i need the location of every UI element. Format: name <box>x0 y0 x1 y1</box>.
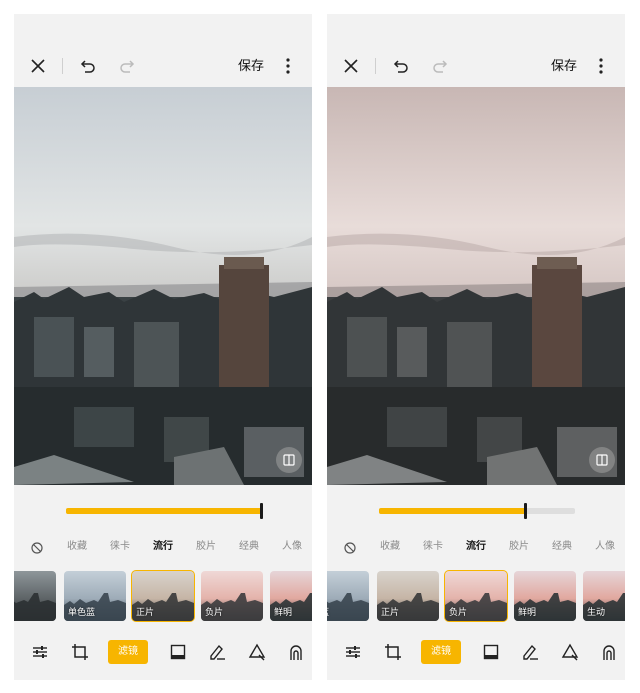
filter-intensity-slider[interactable] <box>379 503 575 519</box>
bottom-toolbar: 滤镜 <box>14 638 312 666</box>
filter-thumbnail[interactable]: 单色蓝 <box>64 571 126 621</box>
category-tab[interactable]: 胶片 <box>509 537 529 557</box>
filter-thumbnail-label: 鲜明 <box>518 607 537 617</box>
category-tab[interactable]: 人像 <box>282 537 302 557</box>
category-tab[interactable]: 徕卡 <box>423 537 443 557</box>
filter-intensity-slider[interactable] <box>66 503 263 519</box>
redo-icon[interactable] <box>113 48 141 84</box>
crop-icon[interactable] <box>67 638 93 666</box>
filter-thumbnail-label: 正片 <box>136 607 155 617</box>
filter-thumbnail-selected[interactable]: 负片 <box>444 570 508 622</box>
category-tab[interactable]: 人像 <box>595 537 615 557</box>
divider <box>62 58 63 74</box>
top-bar: 保存 <box>327 48 625 84</box>
category-tab[interactable]: 经典 <box>239 537 259 557</box>
filter-thumbnail-label: 色蓝 <box>327 605 329 618</box>
more-vertical-icon[interactable] <box>587 48 615 84</box>
category-tab[interactable]: 收藏 <box>380 537 400 557</box>
filter-thumbnail-label: 鲜明 <box>274 607 293 617</box>
category-tab[interactable]: 经典 <box>552 537 572 557</box>
category-tab[interactable]: 徕卡 <box>110 537 130 557</box>
sticker-icon[interactable] <box>283 638 309 666</box>
no-filter-icon[interactable] <box>344 541 356 554</box>
filter-thumbnail[interactable]: 深 <box>14 571 56 621</box>
compare-icon[interactable] <box>276 447 302 473</box>
photo-preview <box>327 87 625 485</box>
filter-tool-button[interactable]: 滤镜 <box>108 640 148 664</box>
photo-editor-left: 保存 收藏 徕卡 流行 胶片 经典 人像 单色蓝 正片 负片 鲜明 滤镜 <box>14 14 312 680</box>
undo-icon[interactable] <box>74 48 102 84</box>
category-tab[interactable]: 胶片 <box>196 537 216 557</box>
close-icon[interactable] <box>24 48 52 84</box>
slider-thumb[interactable] <box>260 503 263 519</box>
filter-categories: 收藏 徕卡 流行 胶片 经典 人像 <box>14 537 312 557</box>
filter-tool-button[interactable]: 滤镜 <box>421 640 461 664</box>
filter-thumbnail[interactable]: 色蓝 <box>327 571 369 621</box>
redo-icon[interactable] <box>426 48 454 84</box>
bottom-toolbar: 滤镜 <box>327 638 625 666</box>
no-filter-icon[interactable] <box>31 541 43 554</box>
eraser-icon[interactable] <box>557 638 583 666</box>
undo-icon[interactable] <box>387 48 415 84</box>
frame-icon[interactable] <box>165 638 191 666</box>
category-tab[interactable]: 收藏 <box>67 537 87 557</box>
compare-icon[interactable] <box>589 447 615 473</box>
filter-categories: 收藏 徕卡 流行 胶片 经典 人像 <box>327 537 625 557</box>
filter-thumbnail-label: 单色蓝 <box>68 607 96 617</box>
category-tab-active[interactable]: 流行 <box>466 537 486 557</box>
draw-pen-icon[interactable] <box>517 638 543 666</box>
photo-editor-right: 保存 收藏 徕卡 流行 胶片 经典 人像 正片 负片 鲜明 生动 滤镜 <box>327 14 625 680</box>
filter-thumbnail[interactable]: 生动 <box>583 571 625 621</box>
close-icon[interactable] <box>337 48 365 84</box>
filter-thumbnail-label: 负片 <box>449 607 468 617</box>
crop-icon[interactable] <box>380 638 406 666</box>
filter-thumbnails: 深 单色蓝 正片 负片 鲜明 <box>14 570 312 623</box>
slider-fill <box>379 508 526 514</box>
draw-pen-icon[interactable] <box>204 638 230 666</box>
filter-thumbnail-label: 生动 <box>587 607 606 617</box>
adjust-sliders-icon[interactable] <box>27 638 53 666</box>
filter-thumbnails: 色蓝 正片 负片 鲜明 生动 <box>327 570 625 623</box>
category-tab-active[interactable]: 流行 <box>153 537 173 557</box>
filter-thumbnail-selected[interactable]: 正片 <box>131 570 195 622</box>
adjust-sliders-icon[interactable] <box>340 638 366 666</box>
eraser-icon[interactable] <box>244 638 270 666</box>
filter-thumbnail[interactable]: 鲜明 <box>270 571 312 621</box>
save-button[interactable]: 保存 <box>551 48 577 84</box>
filter-thumbnail[interactable]: 鲜明 <box>514 571 576 621</box>
filter-thumbnail-label: 正片 <box>381 607 400 617</box>
save-button[interactable]: 保存 <box>238 48 264 84</box>
divider <box>375 58 376 74</box>
filter-thumbnail[interactable]: 正片 <box>377 571 439 621</box>
photo-preview <box>14 87 312 485</box>
filter-thumbnail-label: 负片 <box>205 607 224 617</box>
slider-thumb[interactable] <box>524 503 527 519</box>
more-vertical-icon[interactable] <box>274 48 302 84</box>
sticker-icon[interactable] <box>596 638 622 666</box>
filter-thumbnail[interactable]: 负片 <box>201 571 263 621</box>
frame-icon[interactable] <box>478 638 504 666</box>
top-bar: 保存 <box>14 48 312 84</box>
slider-fill <box>66 508 262 514</box>
